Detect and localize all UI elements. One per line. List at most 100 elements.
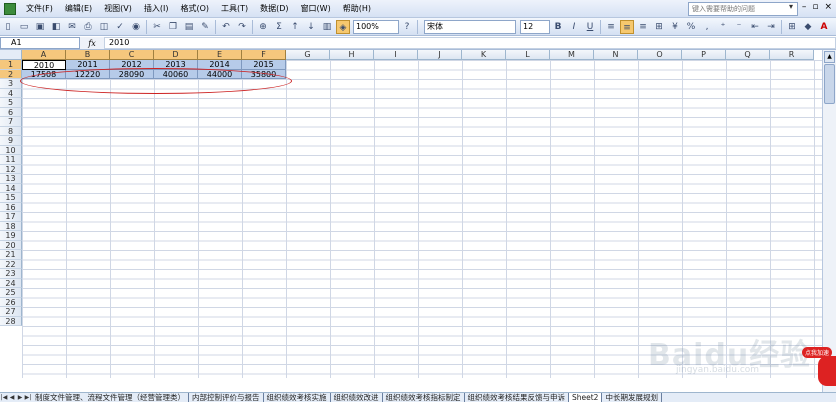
row-header-13[interactable]: 13 bbox=[0, 174, 22, 184]
row-header-19[interactable]: 19 bbox=[0, 231, 22, 241]
help-icon[interactable]: ? bbox=[400, 20, 414, 34]
fill-color-icon[interactable]: ◆ bbox=[801, 20, 815, 34]
column-header-J[interactable]: J bbox=[418, 50, 462, 60]
cell-F1[interactable]: 2015 bbox=[242, 60, 286, 70]
redo-icon[interactable]: ↷ bbox=[235, 20, 249, 34]
restore-icon[interactable]: ▫ bbox=[812, 2, 818, 12]
menu-edit[interactable]: 编辑(E) bbox=[59, 0, 98, 18]
column-header-F[interactable]: F bbox=[242, 50, 286, 60]
paste-icon[interactable]: ▤ bbox=[182, 20, 196, 34]
increase-decimal-icon[interactable]: ⁺ bbox=[716, 20, 730, 34]
row-header-16[interactable]: 16 bbox=[0, 202, 22, 212]
sheet-tab[interactable]: 制度文件管理、流程文件管理（经营管理类） bbox=[32, 393, 189, 402]
row-header-23[interactable]: 23 bbox=[0, 269, 22, 279]
row-header-6[interactable]: 6 bbox=[0, 107, 22, 117]
chart-wizard-icon[interactable]: ▥ bbox=[320, 20, 334, 34]
align-left-icon[interactable]: ≡ bbox=[604, 20, 618, 34]
menu-help[interactable]: 帮助(H) bbox=[337, 0, 377, 18]
font-name-select[interactable]: 宋体 bbox=[424, 19, 516, 34]
column-header-H[interactable]: H bbox=[330, 50, 374, 60]
column-header-P[interactable]: P bbox=[682, 50, 726, 60]
open-folder-icon[interactable]: ▭ bbox=[17, 20, 31, 34]
decrease-indent-icon[interactable]: ⇤ bbox=[748, 20, 762, 34]
menu-view[interactable]: 视图(V) bbox=[98, 0, 138, 18]
permission-icon[interactable]: ◧ bbox=[49, 20, 63, 34]
next-sheet-icon[interactable]: ▶ bbox=[16, 394, 24, 401]
sheet-tab[interactable]: 组织绩效考核实施 bbox=[264, 393, 331, 402]
print-icon[interactable]: ⎙ bbox=[81, 20, 95, 34]
sheet-tab[interactable]: 组织绩效考核指标制定 bbox=[383, 393, 465, 402]
row-header-5[interactable]: 5 bbox=[0, 98, 22, 108]
help-search-input[interactable]: 键入需要帮助的问题 bbox=[688, 2, 798, 16]
menu-insert[interactable]: 插入(I) bbox=[138, 0, 175, 18]
row-header-17[interactable]: 17 bbox=[0, 212, 22, 222]
currency-icon[interactable]: ¥ bbox=[668, 20, 682, 34]
row-header-4[interactable]: 4 bbox=[0, 88, 22, 98]
hyperlink-icon[interactable]: ⊕ bbox=[256, 20, 270, 34]
percent-button[interactable]: % bbox=[684, 20, 698, 34]
decrease-decimal-icon[interactable]: ⁻ bbox=[732, 20, 746, 34]
format-painter-icon[interactable]: ✎ bbox=[198, 20, 212, 34]
sheet-tab[interactable]: 组织绩效改进 bbox=[331, 393, 383, 402]
row-header-21[interactable]: 21 bbox=[0, 250, 22, 260]
chevron-down-icon[interactable]: ▾ bbox=[789, 2, 793, 11]
column-header-I[interactable]: I bbox=[374, 50, 418, 60]
first-sheet-icon[interactable]: |◀ bbox=[0, 394, 8, 401]
cut-icon[interactable]: ✂ bbox=[150, 20, 164, 34]
column-header-M[interactable]: M bbox=[550, 50, 594, 60]
align-center-icon[interactable]: ≡ bbox=[620, 19, 634, 34]
preview-icon[interactable]: ◫ bbox=[97, 20, 111, 34]
sort-descending-icon[interactable]: ↓ bbox=[304, 20, 318, 34]
sheet-tab[interactable]: 中长期发展规划 bbox=[602, 393, 662, 402]
row-header-8[interactable]: 8 bbox=[0, 126, 22, 136]
row-header-18[interactable]: 18 bbox=[0, 221, 22, 231]
row-header-7[interactable]: 7 bbox=[0, 117, 22, 127]
autosum-icon[interactable]: Σ bbox=[272, 20, 286, 34]
row-header-25[interactable]: 25 bbox=[0, 288, 22, 298]
minimize-icon[interactable]: – bbox=[802, 2, 807, 12]
column-header-D[interactable]: D bbox=[154, 50, 198, 60]
column-header-G[interactable]: G bbox=[286, 50, 330, 60]
zoom-select[interactable]: 100% bbox=[353, 19, 399, 34]
undo-icon[interactable]: ↶ bbox=[219, 20, 233, 34]
name-box[interactable]: A1 bbox=[0, 37, 80, 49]
vertical-scrollbar[interactable]: ▲ bbox=[822, 50, 836, 392]
row-header-10[interactable]: 10 bbox=[0, 145, 22, 155]
italic-button[interactable]: I bbox=[567, 20, 581, 34]
sort-ascending-icon[interactable]: ↑ bbox=[288, 20, 302, 34]
scroll-thumb[interactable] bbox=[824, 64, 835, 104]
menu-data[interactable]: 数据(D) bbox=[254, 0, 294, 18]
row-header-11[interactable]: 11 bbox=[0, 155, 22, 165]
row-header-14[interactable]: 14 bbox=[0, 183, 22, 193]
row-header-24[interactable]: 24 bbox=[0, 278, 22, 288]
scroll-up-icon[interactable]: ▲ bbox=[824, 51, 835, 63]
menu-window[interactable]: 窗口(W) bbox=[295, 0, 337, 18]
row-header-15[interactable]: 15 bbox=[0, 193, 22, 203]
borders-icon[interactable]: ⊞ bbox=[785, 20, 799, 34]
spellcheck-icon[interactable]: ✓ bbox=[113, 20, 127, 34]
row-header-27[interactable]: 27 bbox=[0, 307, 22, 317]
merge-center-icon[interactable]: ⊞ bbox=[652, 20, 666, 34]
row-header-28[interactable]: 28 bbox=[0, 316, 22, 326]
new-file-icon[interactable]: ▯ bbox=[1, 20, 15, 34]
menu-tools[interactable]: 工具(T) bbox=[215, 0, 254, 18]
copy-icon[interactable]: ❐ bbox=[166, 20, 180, 34]
menu-format[interactable]: 格式(O) bbox=[174, 0, 215, 18]
prev-sheet-icon[interactable]: ◀ bbox=[8, 394, 16, 401]
column-header-K[interactable]: K bbox=[462, 50, 506, 60]
column-header-B[interactable]: B bbox=[66, 50, 110, 60]
column-header-N[interactable]: N bbox=[594, 50, 638, 60]
menu-file[interactable]: 文件(F) bbox=[20, 0, 59, 18]
font-color-icon[interactable]: A bbox=[817, 20, 831, 34]
row-header-22[interactable]: 22 bbox=[0, 259, 22, 269]
row-header-12[interactable]: 12 bbox=[0, 164, 22, 174]
function-icon[interactable]: fx bbox=[80, 39, 104, 48]
font-size-select[interactable]: 12 bbox=[520, 19, 550, 34]
save-icon[interactable]: ▣ bbox=[33, 20, 47, 34]
column-header-R[interactable]: R bbox=[770, 50, 814, 60]
bold-button[interactable]: B bbox=[551, 20, 565, 34]
row-header-26[interactable]: 26 bbox=[0, 297, 22, 307]
column-header-Q[interactable]: Q bbox=[726, 50, 770, 60]
research-icon[interactable]: ◉ bbox=[129, 20, 143, 34]
formula-input[interactable]: 2010 bbox=[104, 37, 836, 49]
